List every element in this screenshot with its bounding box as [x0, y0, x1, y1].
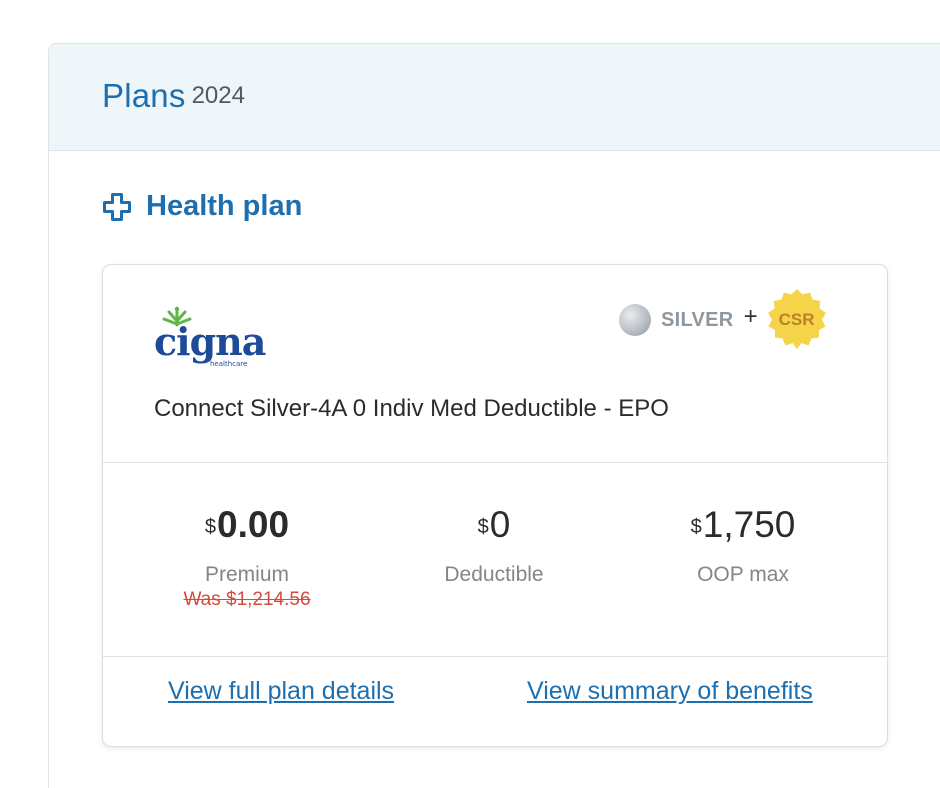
panel-title: Plans [102, 77, 186, 114]
plan-name: Connect Silver-4A 0 Indiv Med Deductible… [154, 395, 669, 422]
csr-label: CSR [778, 310, 815, 329]
premium-value: $0.00 [204, 504, 290, 545]
deductible-label: Deductible [444, 563, 544, 586]
plan-card-header: cigna healthcare SILVER + CSR Connect Si… [103, 265, 887, 463]
csr-badge: CSR [764, 287, 830, 353]
section-title: Health plan [146, 190, 303, 222]
plus-outline-icon [103, 192, 131, 221]
oop-max-value: $1,750 [690, 504, 796, 545]
plan-costs: $0.00 Premium Was $1,214.56 $0 Deductibl… [103, 463, 887, 657]
metal-level-label: SILVER [661, 308, 734, 331]
metal-tier: SILVER + CSR [619, 287, 830, 353]
plans-panel: Plans 2024 Health plan cigna healthcare [48, 43, 940, 788]
view-full-plan-details-link[interactable]: View full plan details [168, 677, 394, 706]
deductible-value: $0 [477, 504, 511, 545]
plan-links: View full plan details View summary of b… [103, 657, 887, 746]
plus-sign: + [743, 303, 758, 330]
oop-max-label: OOP max [697, 563, 789, 586]
premium-stat: $0.00 Premium Was $1,214.56 [137, 505, 357, 611]
previous-premium: Was $1,214.56 [183, 589, 311, 610]
svg-text:cigna: cigna [154, 319, 266, 364]
plan-card: cigna healthcare SILVER + CSR Connect Si… [102, 264, 888, 747]
panel-year: 2024 [191, 82, 245, 109]
oop-max-stat: $1,750 OOP max [633, 505, 853, 587]
plans-header: Plans 2024 [49, 44, 940, 151]
view-summary-of-benefits-link[interactable]: View summary of benefits [527, 677, 813, 706]
silver-dot-icon [619, 304, 651, 336]
premium-label: Premium [204, 563, 289, 586]
cigna-logo: cigna healthcare [154, 306, 267, 368]
svg-text:healthcare: healthcare [210, 360, 247, 368]
section-heading: Health plan [102, 190, 302, 223]
deductible-stat: $0 Deductible [384, 505, 604, 587]
